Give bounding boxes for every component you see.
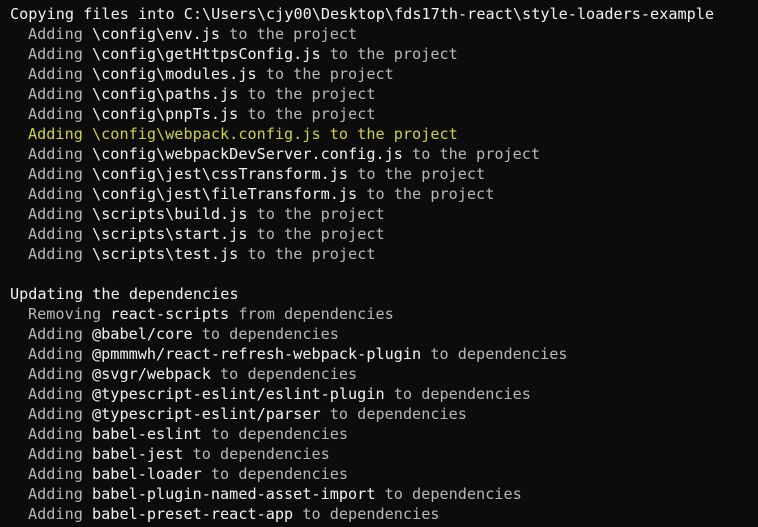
file-path-text: \config\modules.js bbox=[92, 65, 257, 83]
log-text: to dependencies bbox=[192, 325, 339, 343]
file-path-text: \scripts\build.js bbox=[92, 205, 248, 223]
terminal-header-line: Copying files into C:\Users\cjy00\Deskto… bbox=[10, 4, 758, 24]
log-text: to dependencies bbox=[384, 385, 531, 403]
log-text: Adding bbox=[28, 345, 93, 363]
log-text: Adding bbox=[28, 445, 93, 463]
file-path-text: \config\getHttpsConfig.js bbox=[92, 45, 321, 63]
log-text: Adding bbox=[28, 385, 93, 403]
file-path-text: @babel/core bbox=[92, 325, 193, 343]
file-path-text: \config\jest\fileTransform.js bbox=[92, 185, 358, 203]
file-path-text: @typescript-eslint/parser bbox=[92, 405, 321, 423]
file-path-text: \config\pnpTs.js bbox=[92, 105, 239, 123]
file-path-text: babel-loader bbox=[92, 465, 202, 483]
file-path-text: react-scripts bbox=[110, 305, 230, 323]
log-text: Adding bbox=[28, 145, 93, 163]
terminal-line: Adding @svgr/webpack to dependencies bbox=[10, 364, 758, 384]
file-path-text: \config\webpackDevServer.config.js bbox=[92, 145, 403, 163]
terminal-line: Adding babel-plugin-named-asset-import t… bbox=[10, 484, 758, 504]
log-text: to dependencies bbox=[375, 485, 522, 503]
log-text: Adding bbox=[28, 225, 93, 243]
file-path-text: \config\webpack.config.js bbox=[92, 125, 321, 143]
log-text: to dependencies bbox=[201, 425, 349, 443]
log-text: to the project bbox=[238, 105, 376, 123]
log-text: to the project bbox=[357, 185, 495, 203]
log-text: Adding bbox=[28, 405, 93, 423]
log-text: Adding bbox=[28, 245, 93, 263]
terminal-line: Adding \config\jest\fileTransform.js to … bbox=[10, 184, 758, 204]
log-text: Adding bbox=[28, 85, 93, 103]
log-text: to the project bbox=[348, 165, 486, 183]
file-path-text: \config\env.js bbox=[92, 25, 221, 43]
terminal-line: Adding \config\pnpTs.js to the project bbox=[10, 104, 758, 124]
log-text: Adding bbox=[28, 325, 93, 343]
terminal-line: Adding babel-eslint to dependencies bbox=[10, 424, 758, 444]
log-text: to the project bbox=[247, 205, 385, 223]
log-text: to the project bbox=[320, 45, 458, 63]
log-text: Adding bbox=[28, 165, 93, 183]
log-text: Adding bbox=[28, 485, 93, 503]
log-text: to dependencies bbox=[210, 365, 358, 383]
log-text: Updating the dependencies bbox=[10, 285, 239, 303]
file-path-text: \scripts\start.js bbox=[92, 225, 248, 243]
log-text: Copying files into C:\Users\cjy00\Deskto… bbox=[10, 5, 715, 23]
log-text: Adding bbox=[28, 105, 93, 123]
file-path-text: \config\paths.js bbox=[92, 85, 239, 103]
terminal-line: Adding \config\getHttpsConfig.js to the … bbox=[10, 44, 758, 64]
log-text: to the project bbox=[247, 225, 385, 243]
file-path-text: \scripts\test.js bbox=[92, 245, 239, 263]
log-text: to dependencies bbox=[421, 345, 568, 363]
log-text: Adding bbox=[28, 205, 93, 223]
log-text: to the project bbox=[238, 245, 376, 263]
terminal-header-line: Updating the dependencies bbox=[10, 284, 758, 304]
log-text: Adding bbox=[28, 465, 93, 483]
terminal-line: Adding @typescript-eslint/eslint-plugin … bbox=[10, 384, 758, 404]
log-text: Adding bbox=[28, 25, 93, 43]
log-text: Adding bbox=[28, 45, 93, 63]
terminal-output[interactable]: Copying files into C:\Users\cjy00\Deskto… bbox=[0, 0, 758, 527]
terminal-line: Adding \scripts\test.js to the project bbox=[10, 244, 758, 264]
log-text: Adding bbox=[28, 185, 93, 203]
terminal-line: Adding \config\webpackDevServer.config.j… bbox=[10, 144, 758, 164]
log-text: Adding bbox=[28, 425, 93, 443]
file-path-text: @typescript-eslint/eslint-plugin bbox=[92, 385, 385, 403]
terminal-line: Adding babel-preset-react-app to depende… bbox=[10, 504, 758, 524]
terminal-line: Adding @babel/core to dependencies bbox=[10, 324, 758, 344]
log-text: Removing bbox=[28, 305, 111, 323]
file-path-text: babel-jest bbox=[92, 445, 184, 463]
log-text: to the project bbox=[220, 25, 358, 43]
file-path-text: @pmmmwh/react-refresh-webpack-plugin bbox=[92, 345, 422, 363]
log-text: to the project bbox=[320, 125, 458, 143]
terminal-line: Adding \scripts\build.js to the project bbox=[10, 204, 758, 224]
terminal-line: Removing react-scripts from dependencies bbox=[10, 304, 758, 324]
terminal-line: Adding \config\jest\cssTransform.js to t… bbox=[10, 164, 758, 184]
terminal-line: Adding \config\env.js to the project bbox=[10, 24, 758, 44]
log-text: Adding bbox=[28, 365, 93, 383]
file-path-text: @svgr/webpack bbox=[92, 365, 211, 383]
log-text: Adding bbox=[28, 505, 93, 523]
log-text: to dependencies bbox=[183, 445, 330, 463]
terminal-line: Adding babel-loader to dependencies bbox=[10, 464, 758, 484]
file-path-text: \config\jest\cssTransform.js bbox=[92, 165, 349, 183]
log-text: Adding bbox=[28, 65, 93, 83]
terminal-line: Adding \config\modules.js to the project bbox=[10, 64, 758, 84]
terminal-line: Adding @pmmmwh/react-refresh-webpack-plu… bbox=[10, 344, 758, 364]
log-text: to dependencies bbox=[320, 405, 467, 423]
terminal-line: Adding babel-jest to dependencies bbox=[10, 444, 758, 464]
file-path-text: babel-plugin-named-asset-import bbox=[92, 485, 376, 503]
log-text: to dependencies bbox=[293, 505, 440, 523]
terminal-line: Adding \config\webpack.config.js to the … bbox=[10, 124, 758, 144]
file-path-text: babel-eslint bbox=[92, 425, 202, 443]
terminal-line: Adding @typescript-eslint/parser to depe… bbox=[10, 404, 758, 424]
file-path-text: babel-preset-react-app bbox=[92, 505, 294, 523]
log-text: to dependencies bbox=[201, 465, 349, 483]
terminal-line: Adding \config\paths.js to the project bbox=[10, 84, 758, 104]
log-text: to the project bbox=[402, 145, 541, 163]
log-text: Adding bbox=[28, 125, 93, 143]
log-text: from dependencies bbox=[229, 305, 394, 323]
terminal-line: Adding \scripts\start.js to the project bbox=[10, 224, 758, 244]
log-text: to the project bbox=[238, 85, 376, 103]
log-text: to the project bbox=[256, 65, 394, 83]
